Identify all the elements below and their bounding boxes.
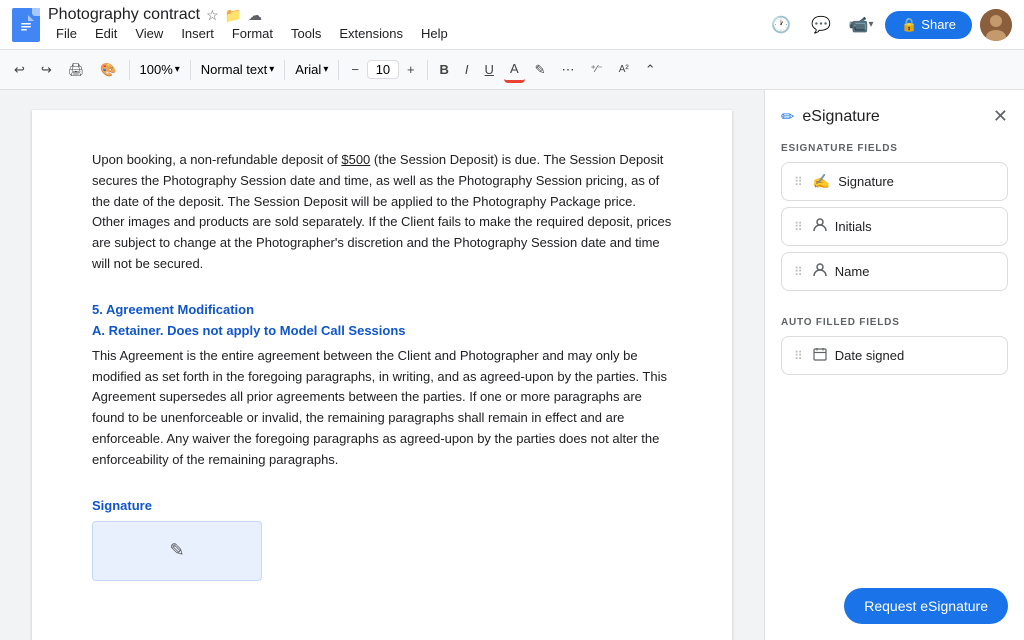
esig-fields-label: ESIGNATURE FIELDS: [781, 143, 1008, 154]
menu-help[interactable]: Help: [413, 24, 456, 43]
date-signed-icon: [813, 347, 827, 364]
avatar[interactable]: [980, 9, 1012, 41]
share-button[interactable]: 🔒 Share: [885, 11, 972, 39]
more-button[interactable]: ⋯: [556, 58, 581, 82]
esignature-header: ✏ eSignature ✕: [781, 106, 1008, 127]
app-icon: [12, 8, 40, 42]
superscript-button[interactable]: A²: [613, 60, 635, 79]
menu-insert[interactable]: Insert: [173, 24, 222, 43]
body-paragraph-1: Upon booking, a non-refundable deposit o…: [92, 150, 672, 275]
underline-button[interactable]: U: [479, 58, 500, 81]
comment-icon[interactable]: 💬: [805, 9, 837, 41]
lock-icon: 🔒: [901, 17, 917, 33]
signature-pen-icon: ✎: [169, 540, 184, 561]
esignature-title-row: ✏ eSignature: [781, 107, 880, 127]
highlight-button[interactable]: ✎: [529, 58, 552, 82]
drag-handle-date: ⠿: [794, 349, 803, 363]
esignature-close-button[interactable]: ✕: [993, 106, 1008, 127]
menu-view[interactable]: View: [127, 24, 171, 43]
drag-handle-initials: ⠿: [794, 220, 803, 234]
bold-button[interactable]: B: [434, 58, 455, 81]
text-color-button[interactable]: A: [504, 57, 525, 83]
drag-handle-signature: ⠿: [794, 175, 803, 189]
esig-auto-label: AUTO FILLED FIELDS: [781, 317, 1008, 328]
italic-button[interactable]: I: [459, 58, 475, 81]
star-icon[interactable]: ☆: [206, 7, 219, 24]
zoom-chevron: ▾: [175, 64, 180, 75]
top-bar: Photography contract ☆ 📁 ☁ File Edit Vie…: [0, 0, 1024, 50]
signature-box[interactable]: ✎: [92, 521, 262, 581]
top-right: 🕐 💬 📹 ▾ 🔒 Share: [765, 9, 1012, 41]
body-paragraph-2: This Agreement is the entire agreement b…: [92, 346, 672, 471]
font-select[interactable]: Arial ▾: [291, 60, 332, 79]
expand-toolbar-button[interactable]: ⌃: [639, 58, 662, 82]
font-size-control: − +: [345, 58, 420, 81]
main-layout: Upon booking, a non-refundable deposit o…: [0, 90, 1024, 640]
menu-file[interactable]: File: [48, 24, 85, 43]
menu-edit[interactable]: Edit: [87, 24, 125, 43]
cloud-icon[interactable]: ☁: [248, 7, 262, 24]
strikethrough-button[interactable]: ⁺∕⁻: [585, 60, 609, 79]
esignature-pen-icon: ✏: [781, 107, 794, 127]
esig-field-date-signed[interactable]: ⠿ Date signed: [781, 336, 1008, 375]
name-field-icon: [813, 263, 827, 280]
font-size-increase[interactable]: +: [401, 58, 421, 81]
signature-field-label: Signature: [838, 174, 894, 189]
undo-button[interactable]: ↩: [8, 58, 31, 82]
paint-format-button[interactable]: 🎨: [94, 58, 122, 82]
initials-field-icon: [813, 218, 827, 235]
zoom-select[interactable]: 100% ▾: [136, 60, 184, 79]
section5a-subtitle: A. Retainer. Does not apply to Model Cal…: [92, 323, 672, 338]
esignature-panel: ✏ eSignature ✕ ESIGNATURE FIELDS ⠿ ✍ Sig…: [764, 90, 1024, 640]
date-signed-label: Date signed: [835, 348, 904, 363]
font-chevron: ▾: [323, 64, 328, 75]
sep5: [427, 60, 428, 80]
menu-extensions[interactable]: Extensions: [331, 24, 411, 43]
initials-field-label: Initials: [835, 219, 872, 234]
name-field-label: Name: [835, 264, 870, 279]
sep3: [284, 60, 285, 80]
history-icon[interactable]: 🕐: [765, 9, 797, 41]
style-chevron: ▾: [269, 64, 274, 75]
esig-fields-section: ESIGNATURE FIELDS ⠿ ✍ Signature ⠿ Initia…: [781, 143, 1008, 297]
folder-icon[interactable]: 📁: [225, 7, 242, 24]
request-esignature-button[interactable]: Request eSignature: [844, 588, 1008, 624]
esig-field-initials[interactable]: ⠿ Initials: [781, 207, 1008, 246]
doc-title: Photography contract: [48, 6, 200, 24]
esig-field-signature[interactable]: ⠿ ✍ Signature: [781, 162, 1008, 201]
esig-field-name[interactable]: ⠿ Name: [781, 252, 1008, 291]
document-area[interactable]: Upon booking, a non-refundable deposit o…: [0, 90, 764, 640]
sep4: [338, 60, 339, 80]
sep1: [129, 60, 130, 80]
signature-label: Signature: [92, 498, 672, 513]
menu-bar: File Edit View Insert Format Tools Exten…: [48, 24, 757, 43]
print-button[interactable]: 🖨: [62, 58, 91, 82]
style-select[interactable]: Normal text ▾: [197, 60, 279, 79]
font-size-decrease[interactable]: −: [345, 58, 365, 81]
redo-button[interactable]: ↪: [35, 58, 58, 82]
esignature-title: eSignature: [802, 108, 879, 126]
esig-auto-fields-section: AUTO FILLED FIELDS ⠿ Date signed: [781, 317, 1008, 381]
title-section: Photography contract ☆ 📁 ☁ File Edit Vie…: [48, 6, 757, 43]
menu-format[interactable]: Format: [224, 24, 281, 43]
toolbar: ↩ ↪ 🖨 🎨 100% ▾ Normal text ▾ Arial ▾ − +…: [0, 50, 1024, 90]
signature-field-icon: ✍: [813, 173, 830, 190]
font-size-input[interactable]: [367, 60, 399, 79]
meet-icon[interactable]: 📹 ▾: [845, 9, 877, 41]
sep2: [190, 60, 191, 80]
menu-tools[interactable]: Tools: [283, 24, 329, 43]
section5-title: 5. Agreement Modification: [92, 302, 672, 317]
drag-handle-name: ⠿: [794, 265, 803, 279]
doc-page: Upon booking, a non-refundable deposit o…: [32, 110, 732, 640]
